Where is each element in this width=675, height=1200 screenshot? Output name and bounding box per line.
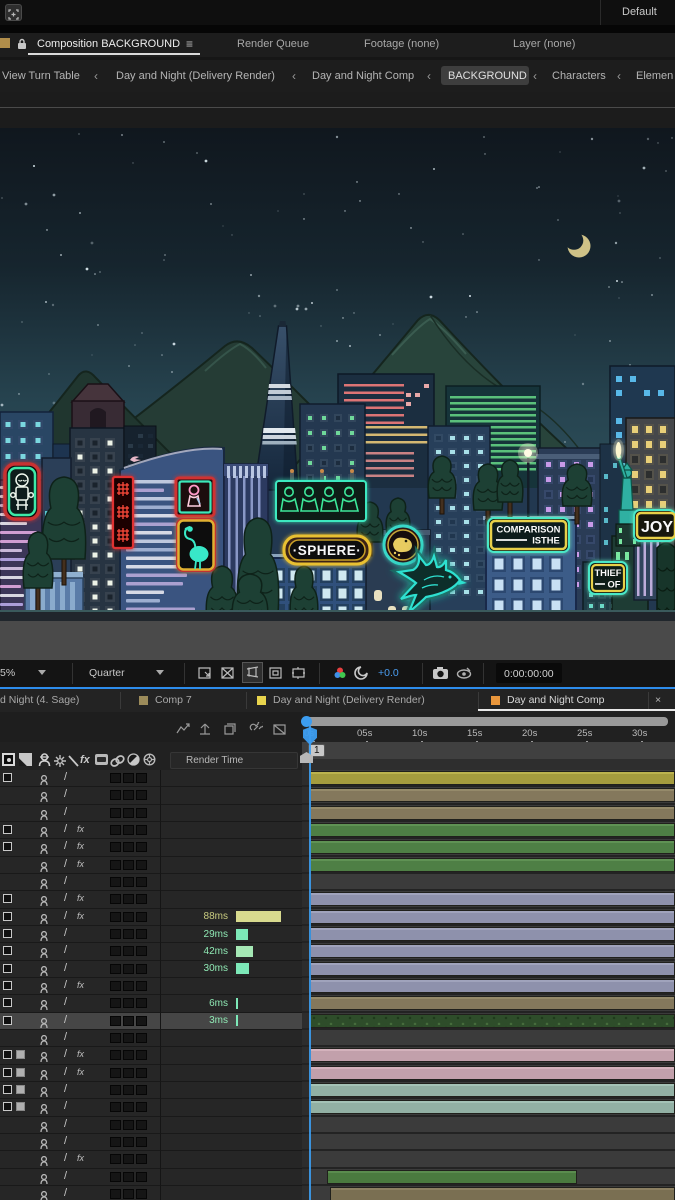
svg-text:OF: OF [607, 579, 620, 590]
svg-text:COMPARISON: COMPARISON [497, 524, 561, 535]
svg-text:·SPHERE·: ·SPHERE· [293, 543, 362, 558]
svg-text:JOY: JOY [641, 519, 673, 536]
svg-text:THIEF: THIEF [594, 567, 621, 578]
svg-text:ISTHE: ISTHE [532, 535, 560, 546]
